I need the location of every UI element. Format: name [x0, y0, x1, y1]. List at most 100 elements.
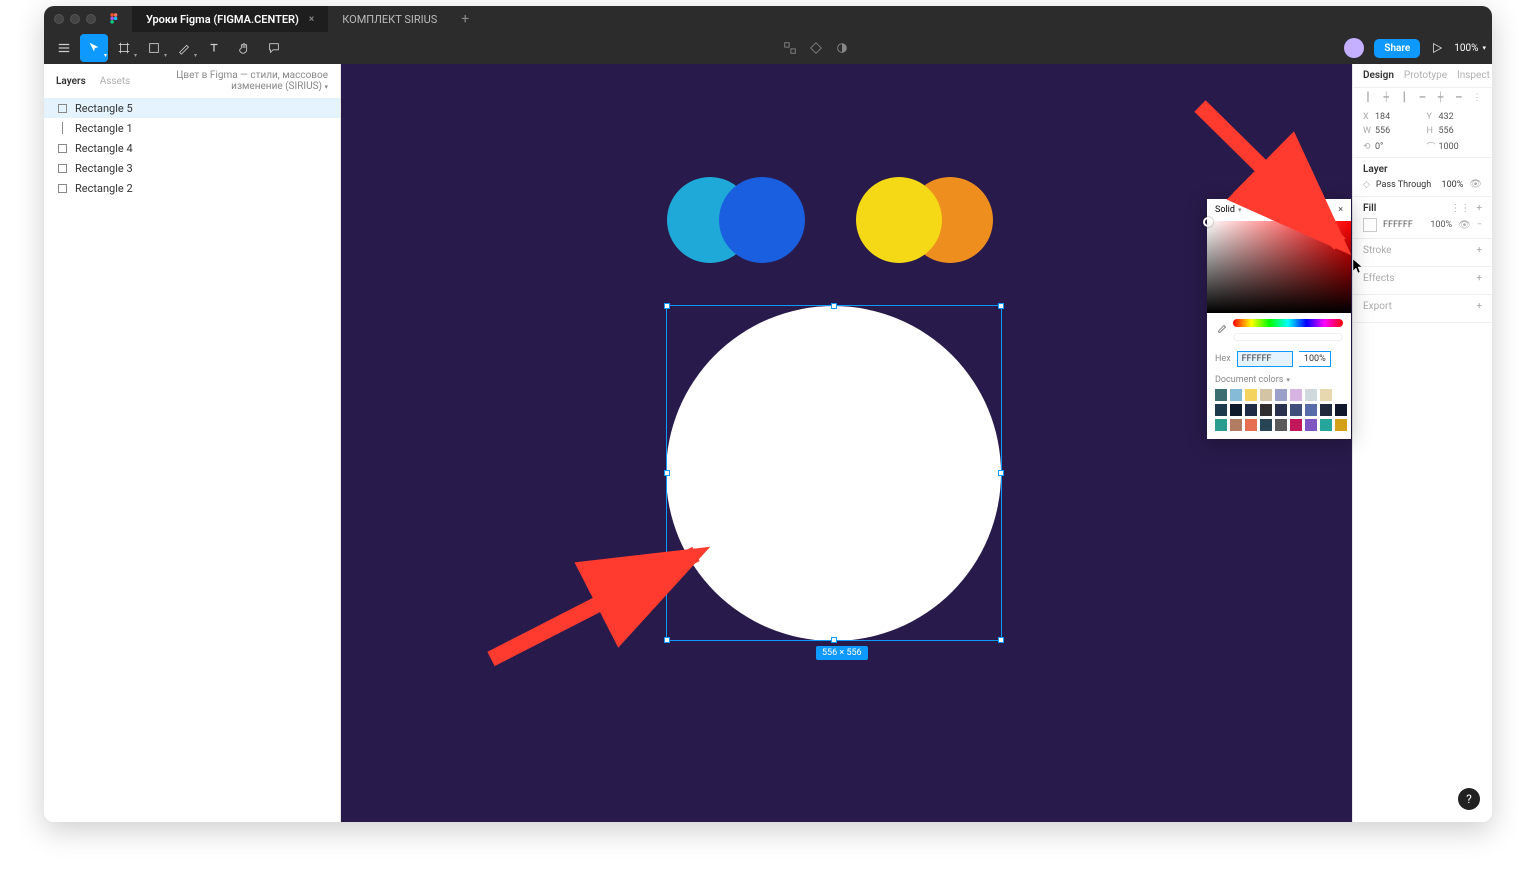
align-hcenter-icon[interactable]: ┿ — [1381, 93, 1391, 103]
add-fill-icon[interactable]: + — [1476, 203, 1482, 214]
remove-fill-icon[interactable]: − — [1477, 220, 1482, 230]
radius-field[interactable]: ⌒1000 — [1427, 140, 1483, 153]
assets-tab[interactable]: Assets — [100, 76, 131, 87]
comment-tool[interactable] — [260, 34, 288, 62]
page-selector[interactable]: Цвет в Figma — стили, массовое изменение… — [144, 70, 328, 92]
layer-row[interactable]: Rectangle 1 — [44, 118, 340, 138]
hand-tool[interactable] — [230, 34, 258, 62]
rotation-field[interactable]: ⟲0° — [1363, 140, 1419, 153]
palette-swatch[interactable] — [1335, 389, 1347, 401]
palette-swatch[interactable] — [1245, 419, 1257, 431]
rectangle-tool[interactable]: ▾ — [140, 34, 168, 62]
palette-swatch[interactable] — [1260, 419, 1272, 431]
doc-colors-title[interactable]: Document colors▾ — [1215, 375, 1343, 385]
traffic-min[interactable] — [70, 14, 80, 24]
mask-icon[interactable] — [835, 41, 849, 55]
palette-swatch[interactable] — [1245, 389, 1257, 401]
palette-swatch[interactable] — [1215, 404, 1227, 416]
resize-handle[interactable] — [664, 470, 670, 476]
palette-swatch[interactable] — [1230, 419, 1242, 431]
palette-swatch[interactable] — [1215, 419, 1227, 431]
resize-handle[interactable] — [831, 637, 837, 643]
palette-swatch[interactable] — [1320, 404, 1332, 416]
boolean-icon[interactable] — [809, 41, 823, 55]
layer-row[interactable]: Rectangle 4 — [44, 138, 340, 158]
figma-logo-icon[interactable] — [108, 12, 122, 26]
eyedropper-icon[interactable] — [1215, 324, 1227, 336]
hue-slider[interactable] — [1233, 319, 1343, 327]
prototype-tab[interactable]: Prototype — [1404, 70, 1447, 81]
shape-yellow-circle[interactable] — [856, 177, 942, 263]
add-stroke-icon[interactable]: + — [1476, 245, 1482, 256]
traffic-max[interactable] — [86, 14, 96, 24]
blend-icon[interactable]: ◇ — [1363, 180, 1370, 190]
palette-swatch[interactable] — [1305, 419, 1317, 431]
align-right-icon[interactable]: ┃ — [1399, 93, 1409, 103]
picker-mode-select[interactable]: Solid▾ — [1215, 205, 1241, 215]
inspect-tab[interactable]: Inspect — [1457, 70, 1490, 81]
resize-handle[interactable] — [831, 303, 837, 309]
align-vcenter-icon[interactable]: ┿ — [1436, 93, 1446, 103]
file-tab-active[interactable]: Уроки Figma (FIGMA.CENTER) × — [132, 6, 328, 32]
frame-tool[interactable]: ▾ — [110, 34, 138, 62]
blend-mode[interactable]: Pass Through — [1376, 180, 1436, 190]
move-tool[interactable]: ▾ — [80, 34, 108, 62]
visibility-icon[interactable]: 👁 — [1469, 179, 1482, 190]
fill-swatch[interactable] — [1363, 218, 1377, 232]
picker-close-icon[interactable]: × — [1338, 205, 1343, 215]
fill-styles-icon[interactable]: ⋮⋮ — [1450, 203, 1470, 214]
palette-swatch[interactable] — [1230, 389, 1242, 401]
palette-swatch[interactable] — [1290, 389, 1302, 401]
picker-saturation-field[interactable] — [1207, 221, 1351, 313]
zoom-control[interactable]: 100%▾ — [1454, 43, 1486, 54]
palette-swatch[interactable] — [1275, 389, 1287, 401]
picker-styles-icon[interactable]: ◇ — [1323, 205, 1330, 215]
new-tab-button[interactable]: + — [451, 6, 479, 32]
close-tab-icon[interactable]: × — [309, 14, 314, 25]
layers-tab[interactable]: Layers — [56, 76, 86, 87]
align-bottom-icon[interactable]: ━ — [1454, 93, 1464, 103]
canvas[interactable]: 556 × 556 — [341, 64, 1352, 822]
picker-cursor[interactable] — [1203, 217, 1213, 227]
palette-swatch[interactable] — [1320, 419, 1332, 431]
shape-blue-circle[interactable] — [719, 177, 805, 263]
help-button[interactable]: ? — [1458, 788, 1480, 810]
user-avatar[interactable] — [1344, 38, 1364, 58]
align-left-icon[interactable]: ┃ — [1363, 93, 1373, 103]
w-field[interactable]: W556 — [1363, 126, 1419, 136]
palette-swatch[interactable] — [1290, 419, 1302, 431]
add-effect-icon[interactable]: + — [1476, 273, 1482, 284]
resize-handle[interactable] — [664, 637, 670, 643]
design-tab[interactable]: Design — [1363, 70, 1394, 81]
h-field[interactable]: H556 — [1427, 126, 1483, 136]
palette-swatch[interactable] — [1275, 419, 1287, 431]
file-tab[interactable]: КОМПЛЕКТ SIRIUS — [328, 6, 451, 32]
palette-swatch[interactable] — [1305, 404, 1317, 416]
traffic-close[interactable] — [54, 14, 64, 24]
menu-button[interactable] — [50, 34, 78, 62]
distribute-icon[interactable]: ⋮ — [1472, 93, 1482, 103]
palette-swatch[interactable] — [1275, 404, 1287, 416]
palette-swatch[interactable] — [1215, 389, 1227, 401]
add-export-icon[interactable]: + — [1476, 301, 1482, 312]
palette-swatch[interactable] — [1290, 404, 1302, 416]
color-picker[interactable]: Solid▾ ◇ × Hex Document colors▾ — [1207, 199, 1351, 439]
text-tool[interactable] — [200, 34, 228, 62]
alpha-slider[interactable] — [1233, 333, 1343, 341]
x-field[interactable]: X184 — [1363, 112, 1419, 122]
palette-swatch[interactable] — [1230, 404, 1242, 416]
align-top-icon[interactable]: ━ — [1417, 93, 1427, 103]
fill-opacity[interactable]: 100% — [1430, 220, 1452, 230]
layer-row[interactable]: Rectangle 2 — [44, 178, 340, 198]
layer-row[interactable]: Rectangle 3 — [44, 158, 340, 178]
resize-handle[interactable] — [998, 303, 1004, 309]
resize-handle[interactable] — [664, 303, 670, 309]
palette-swatch[interactable] — [1260, 389, 1272, 401]
hex-opacity-input[interactable] — [1299, 351, 1331, 367]
palette-swatch[interactable] — [1335, 419, 1347, 431]
palette-swatch[interactable] — [1335, 404, 1347, 416]
component-icon[interactable] — [783, 41, 797, 55]
fill-visibility-icon[interactable]: 👁 — [1458, 220, 1471, 231]
fill-row[interactable]: FFFFFF 100% 👁 − — [1363, 218, 1482, 232]
selection-box[interactable] — [666, 305, 1002, 641]
